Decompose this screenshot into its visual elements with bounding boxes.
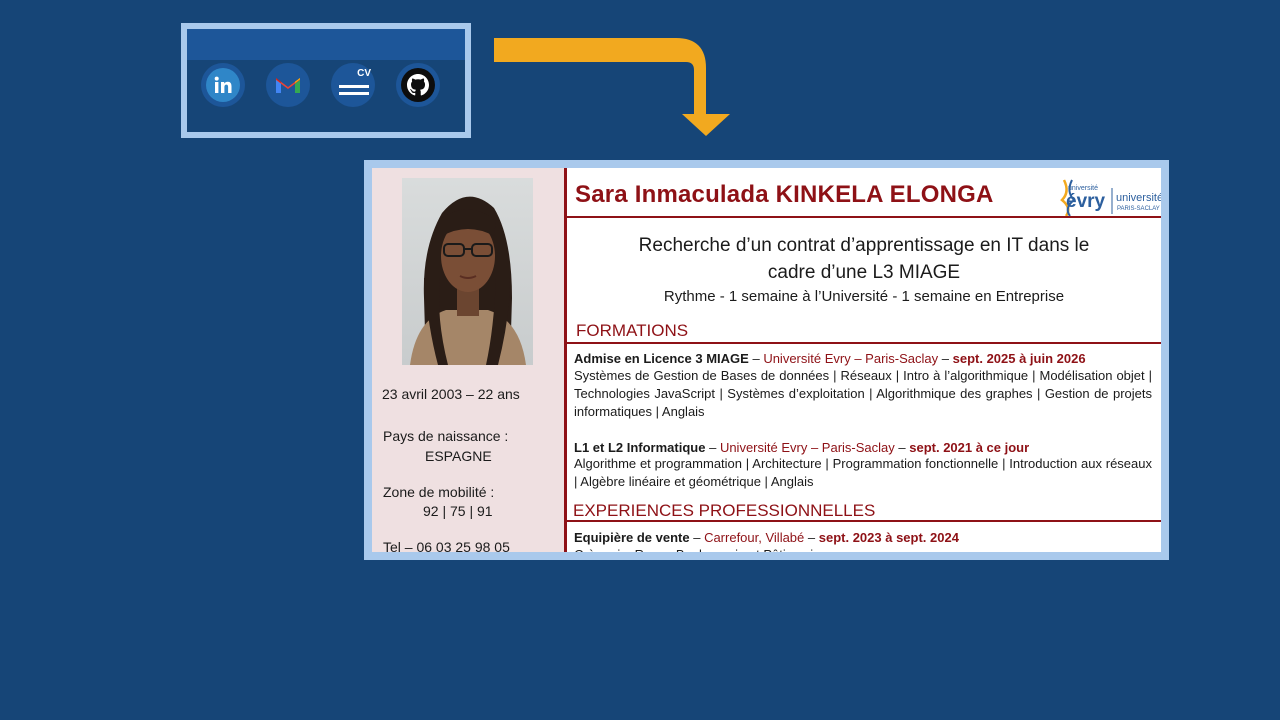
formation-2-details: Algorithme et programmation | Architectu… (574, 456, 1152, 489)
experience-1-date: sept. 2023 à sept. 2024 (818, 530, 959, 545)
logo-right-bottom: PARIS-SACLAY (1117, 206, 1160, 212)
logo-evry: évry (1066, 191, 1106, 212)
formations-rule (567, 342, 1161, 344)
cv-preview: 23 avril 2003 – 22 ans Pays de naissance… (364, 160, 1169, 560)
formation-1-org: Université Evry – Paris-Saclay (763, 351, 939, 366)
panel-header-band (187, 29, 465, 60)
github-icon (401, 68, 435, 102)
formation-1-details: Systèmes de Gestion de Bases de données … (574, 368, 1152, 419)
country-label: Pays de naissance : (383, 428, 509, 444)
formation-2-date: sept. 2021 à ce jour (909, 440, 1030, 455)
formation-2-title: L1 et L2 Informatique – Université Evry … (574, 440, 1030, 455)
gmail-icon (271, 68, 305, 102)
cv-icon: CV (336, 68, 371, 102)
experience-1-org: Carrefour, Villabé (704, 530, 805, 545)
linkedin-icon (206, 68, 240, 102)
objective-line-1: Recherche d’un contrat d’apprentissage e… (638, 235, 1090, 256)
objective-line-2: cadre d’une L3 MIAGE (767, 262, 961, 283)
gmail-link[interactable] (266, 63, 310, 107)
formation-1-title: Admise en Licence 3 MIAGE – Université E… (574, 351, 1086, 366)
formation-2-role: L1 et L2 Informatique (574, 440, 706, 455)
formations-title: FORMATIONS (576, 321, 689, 340)
cv-name: Sara Inmaculada KINKELA ELONGA (575, 181, 994, 208)
experiences-title: EXPERIENCES PROFESSIONNELLES (573, 501, 876, 520)
cv-sidebar: 23 avril 2003 – 22 ans Pays de naissance… (372, 168, 564, 552)
formation-2-org: Université Evry – Paris-Saclay (719, 440, 895, 455)
formation-1-date: sept. 2025 à juin 2026 (952, 351, 1086, 366)
logo-right-top: université (1116, 192, 1163, 204)
cv-link[interactable]: CV (331, 63, 375, 107)
header-rule (567, 216, 1161, 218)
cv-divider-vertical (564, 168, 567, 552)
experience-1-details: Crèmerie, Rayon Boulangerie et Pâtisseri… (574, 547, 821, 560)
experience-1-role: Equipière de vente (574, 530, 690, 545)
social-links-panel: CV (181, 23, 471, 138)
objective: Recherche d’un contrat d’apprentissage e… (567, 232, 1161, 307)
cv-icon-label: CV (357, 68, 371, 79)
country-value: ESPAGNE (425, 448, 492, 464)
linkedin-link[interactable] (201, 63, 245, 107)
github-link[interactable] (396, 63, 440, 107)
mobility-label: Zone de mobilité : (383, 484, 495, 500)
university-logo: université évry université PARIS-SACLAY (1060, 179, 1163, 217)
arrow-icon (494, 38, 730, 136)
rhythm-line: Rythme - 1 semaine à l’Université - 1 se… (663, 288, 1065, 305)
profile-photo (402, 178, 533, 365)
experience-1-title: Equipière de vente – Carrefour, Villabé … (574, 530, 959, 545)
experiences-rule (567, 520, 1161, 522)
formation-1-role: Admise en Licence 3 MIAGE (574, 351, 749, 366)
mobility-value: 92 | 75 | 91 (423, 503, 493, 519)
phone-number: Tel – 06 03 25 98 05 (383, 539, 510, 555)
birth-date: 23 avril 2003 – 22 ans (382, 386, 520, 402)
